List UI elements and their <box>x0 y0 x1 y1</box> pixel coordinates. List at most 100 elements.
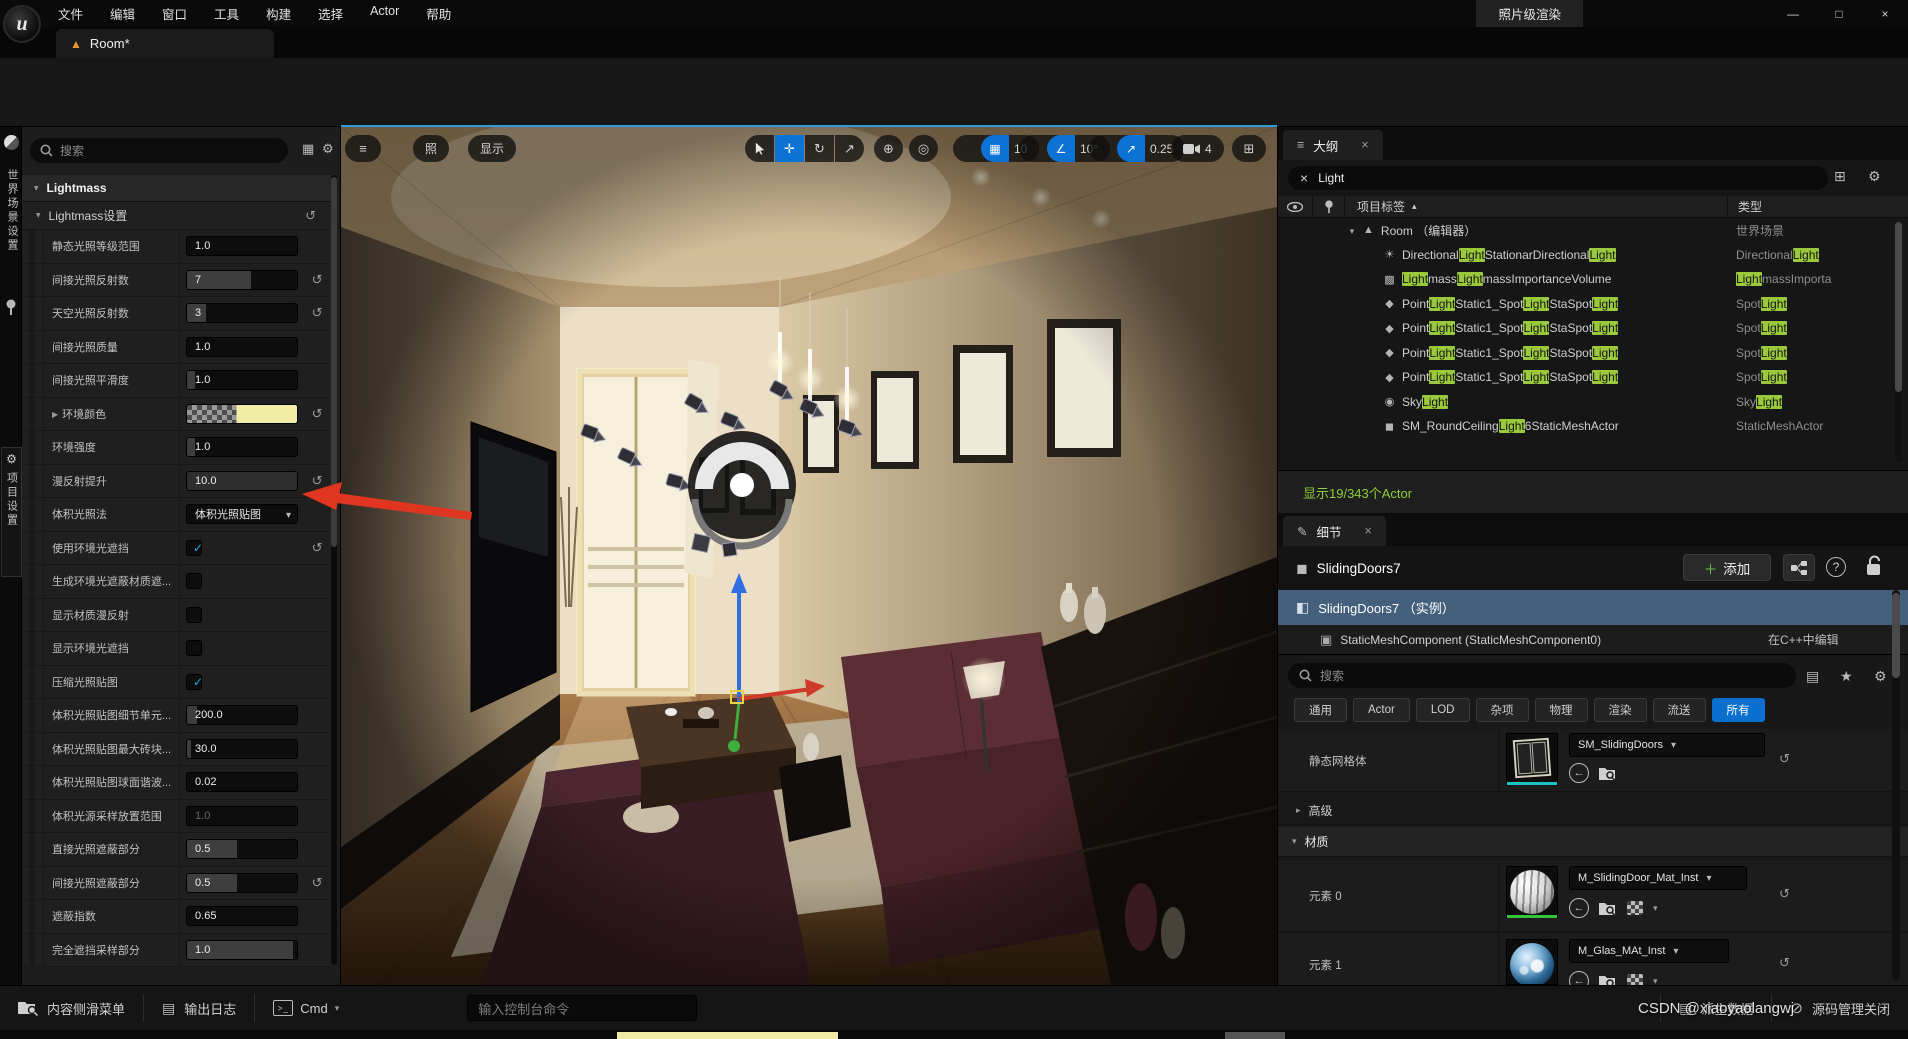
outliner-row[interactable]: ▲ Room （编辑器） 世界场景 <box>1278 218 1908 243</box>
reset-icon[interactable] <box>1779 886 1790 902</box>
item-label-column-header[interactable]: 项目标签▴ <box>1345 198 1727 215</box>
outliner-row[interactable]: ◼ SM_RoundCeilingLight6StaticMeshActor S… <box>1278 414 1908 439</box>
viewport-lit-mode-pill[interactable]: 照 <box>413 135 449 162</box>
material-1-thumbnail[interactable] <box>1506 939 1558 985</box>
browse-to-asset-icon[interactable] <box>1599 900 1617 916</box>
outliner-row[interactable]: ◆ PointLightStatic1_SpotLightStaSpotLigh… <box>1278 341 1908 366</box>
property-value-field[interactable]: 1.0 <box>186 437 298 457</box>
menu-item[interactable]: 工具 <box>214 4 239 23</box>
profile-icon[interactable] <box>4 135 19 150</box>
property-value-field[interactable]: 200.0 <box>186 705 298 725</box>
display-options-icon[interactable]: ▤ <box>1806 668 1819 685</box>
property-value-field[interactable]: 7 <box>186 270 298 290</box>
property-value-field[interactable]: 体积光照贴图 <box>186 504 298 524</box>
scrollbar-thumb[interactable] <box>1892 593 1900 678</box>
camera-speed-pill[interactable]: 4 <box>1171 135 1224 162</box>
visibility-column-icon[interactable] <box>1278 196 1313 217</box>
lightmass-section-header[interactable]: ▴ Lightmass <box>22 175 334 202</box>
property-value-field[interactable]: 1.0 <box>186 940 298 960</box>
menu-item[interactable]: 构建 <box>266 4 291 23</box>
material-options-icon[interactable] <box>1627 901 1643 915</box>
filter-chip[interactable]: 渲染 <box>1594 698 1647 722</box>
outliner-settings-icon[interactable]: ⚙ <box>1868 168 1881 185</box>
view-options-icon[interactable]: ▦ <box>302 141 314 157</box>
reset-icon[interactable] <box>305 208 316 224</box>
reset-icon[interactable] <box>1779 751 1790 767</box>
photoreal-render-button[interactable]: 照片级渲染 <box>1476 0 1583 27</box>
cmd-dropdown[interactable]: >_ Cmd ▾ <box>255 986 357 1030</box>
menu-item[interactable]: 文件 <box>58 4 83 23</box>
filter-chip[interactable]: LOD <box>1416 698 1470 722</box>
static-mesh-thumbnail[interactable] <box>1506 733 1558 785</box>
blueprint-convert-button[interactable] <box>1783 554 1815 581</box>
material-options-icon[interactable] <box>1627 974 1643 985</box>
add-folder-icon[interactable]: ⊞ <box>1834 168 1846 185</box>
reset-icon[interactable] <box>312 540 323 556</box>
static-mesh-dropdown[interactable]: SM_SlidingDoors <box>1569 733 1765 757</box>
unlock-icon[interactable] <box>1866 555 1883 577</box>
viewport-3d-scene[interactable] <box>341 127 1277 985</box>
viewport-show-pill[interactable]: 显示 <box>468 135 516 162</box>
add-component-button[interactable]: ＋添加 <box>1683 554 1771 581</box>
browse-to-asset-icon[interactable] <box>1599 765 1617 781</box>
browse-to-asset-icon[interactable] <box>1599 973 1617 985</box>
menu-item[interactable]: 帮助 <box>426 4 451 23</box>
pin-column-icon[interactable] <box>1313 196 1345 217</box>
filter-chip[interactable]: 杂项 <box>1476 698 1529 722</box>
world-settings-dock-tab[interactable]: 世界场景设置 <box>4 169 20 253</box>
expander-icon[interactable] <box>1348 223 1356 237</box>
scale-tool[interactable]: ↗ <box>835 135 864 162</box>
component-row[interactable]: ▣ StaticMeshComponent (StaticMeshCompone… <box>1278 625 1908 655</box>
material-0-dropdown[interactable]: M_SlidingDoor_Mat_Inst <box>1569 866 1747 890</box>
viewport[interactable]: ≡ 照 显示 ✛ ↻ ↗ ⊕ ◎ ▦10 ∠10° ↗0.25 4 ⊞ <box>341 125 1277 985</box>
instance-row-selected[interactable]: ◧ SlidingDoors7 （实例） <box>1278 590 1908 625</box>
maximize-viewport-icon[interactable]: ⊞ <box>1232 135 1266 162</box>
outliner-row[interactable]: ◆ PointLightStatic1_SpotLightStaSpotLigh… <box>1278 292 1908 317</box>
close-icon[interactable]: × <box>1862 0 1908 27</box>
outliner-search-input[interactable]: × Light <box>1288 166 1828 190</box>
property-value-field[interactable] <box>186 674 202 690</box>
advanced-section-header[interactable]: ▸ 高级 <box>1278 797 1908 825</box>
lightmass-settings-subheader[interactable]: ▴ Lightmass设置 <box>22 202 334 230</box>
pin-icon[interactable] <box>5 299 17 316</box>
filter-chip[interactable]: 流送 <box>1653 698 1706 722</box>
reset-icon[interactable] <box>312 305 323 321</box>
content-drawer-button[interactable]: 内容侧滑菜单 <box>0 986 143 1030</box>
property-value-field[interactable] <box>186 540 202 556</box>
use-selected-asset-icon[interactable]: ← <box>1569 971 1589 985</box>
type-column-header[interactable]: 类型 <box>1727 196 1908 217</box>
reset-icon[interactable] <box>1779 955 1790 971</box>
property-value-field[interactable]: 1.0 <box>186 236 298 256</box>
outliner-row[interactable]: ▩ LightmassLightmassImportanceVolume Lig… <box>1278 267 1908 292</box>
property-value-field[interactable]: 0.65 <box>186 906 298 926</box>
property-value-field[interactable]: 10.0 <box>186 471 298 491</box>
property-value-field[interactable]: 1.0 <box>186 370 298 390</box>
details-search-input[interactable]: 搜索 <box>1288 663 1796 688</box>
surface-snap-icon[interactable]: ◎ <box>909 135 938 162</box>
minimize-icon[interactable]: — <box>1770 0 1816 27</box>
reset-icon[interactable] <box>312 272 323 288</box>
project-settings-dock-tab[interactable]: ⚙ 项目设置 <box>1 447 22 577</box>
property-value-field[interactable]: 30.0 <box>186 739 298 759</box>
filter-chip[interactable]: Actor <box>1353 698 1410 722</box>
filter-chip[interactable]: 物理 <box>1535 698 1588 722</box>
use-selected-asset-icon[interactable]: ← <box>1569 763 1589 783</box>
world-settings-search-input[interactable]: 搜索 <box>30 138 288 163</box>
filter-chip[interactable]: 通用 <box>1294 698 1347 722</box>
expander-icon[interactable] <box>52 408 58 420</box>
materials-section-header[interactable]: ▾ 材质 <box>1278 827 1908 857</box>
scrollbar-thumb[interactable] <box>1895 222 1902 392</box>
output-log-button[interactable]: ▤ 输出日志 <box>144 986 254 1030</box>
unreal-logo-icon[interactable]: u <box>3 5 41 43</box>
world-space-toggle-icon[interactable]: ⊕ <box>874 135 903 162</box>
material-1-dropdown[interactable]: M_Glas_MAt_Inst <box>1569 939 1729 963</box>
menu-item[interactable]: Actor <box>370 4 399 23</box>
reset-icon[interactable] <box>312 875 323 891</box>
property-value-field[interactable]: 0.5 <box>186 873 298 893</box>
close-icon[interactable]: × <box>1365 524 1372 538</box>
use-selected-asset-icon[interactable]: ← <box>1569 898 1589 918</box>
help-icon[interactable]: ? <box>1826 557 1846 577</box>
panel-settings-icon[interactable]: ⚙ <box>322 141 334 157</box>
close-icon[interactable]: × <box>1361 138 1368 152</box>
reset-icon[interactable] <box>312 406 323 422</box>
